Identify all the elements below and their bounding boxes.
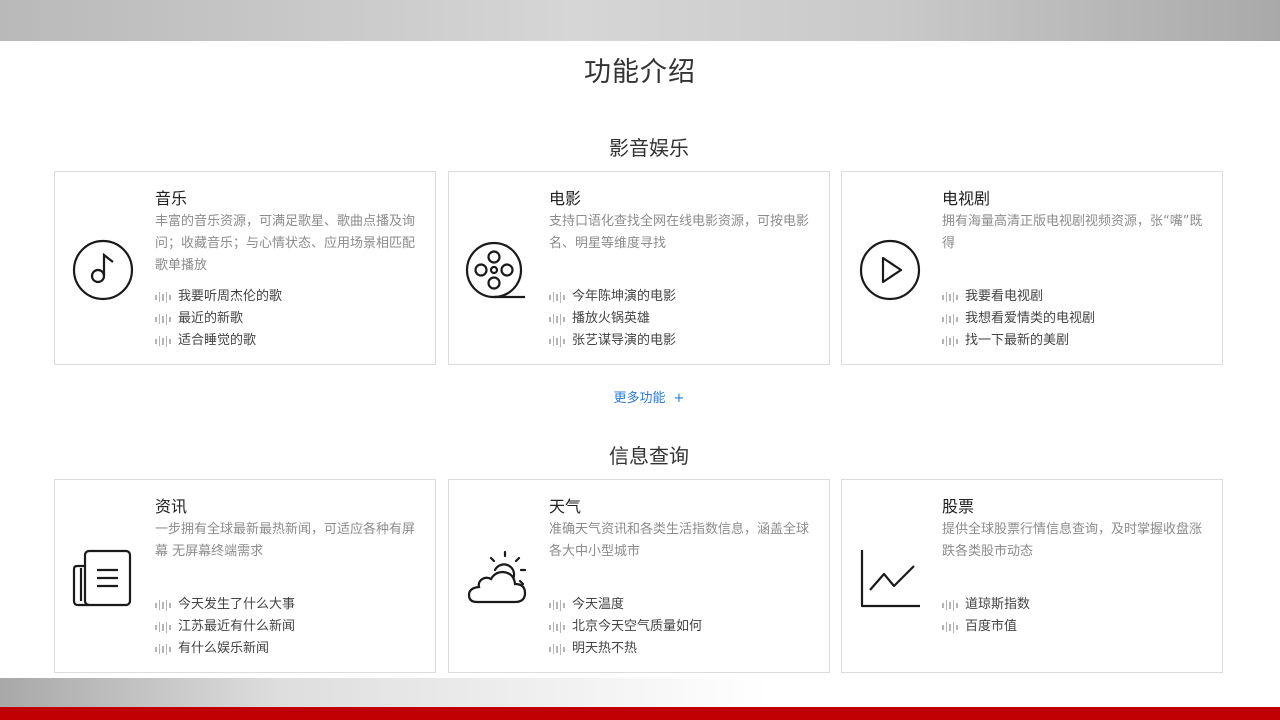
film-reel-icon — [465, 238, 529, 302]
example-text: 找一下最新的美剧 — [965, 333, 1070, 348]
section-title-information: 信息查询 — [609, 444, 689, 468]
example-text: 今天温度 — [572, 597, 625, 612]
voice-wave-icon — [155, 313, 172, 325]
card-title: 电影 — [549, 189, 582, 208]
example-list: 我要看电视剧 我想看爱情类的电视剧 找一下最新的美剧 — [942, 286, 1095, 352]
example-item[interactable]: 张艺谋导演的电影 — [549, 330, 676, 352]
example-text: 道琼斯指数 — [965, 597, 1031, 612]
card-title: 资讯 — [155, 497, 188, 516]
voice-wave-icon — [549, 599, 566, 611]
play-circle-icon — [858, 238, 922, 302]
example-item[interactable]: 播放火锅英雄 — [549, 308, 676, 330]
example-item[interactable]: 道琼斯指数 — [942, 594, 1030, 616]
example-text: 今年陈坤演的电影 — [572, 289, 677, 304]
card-title: 电视剧 — [942, 189, 991, 208]
voice-wave-icon — [942, 313, 959, 325]
top-decor-bar — [0, 0, 1280, 41]
voice-wave-icon — [942, 335, 959, 347]
feature-card-stocks[interactable]: 股票 提供全球股票行情信息查询，及时掌握收盘涨跌各类股市动态 道琼斯指数 百度市… — [841, 479, 1223, 673]
voice-wave-icon — [942, 599, 959, 611]
example-item[interactable]: 百度市值 — [942, 616, 1030, 638]
music-note-icon — [71, 238, 135, 302]
example-list: 道琼斯指数 百度市值 — [942, 594, 1030, 638]
example-item[interactable]: 找一下最新的美剧 — [942, 330, 1095, 352]
example-item[interactable]: 江苏最近有什么新闻 — [155, 616, 295, 638]
more-features-link[interactable]: 更多功能 + — [0, 387, 1280, 406]
example-text: 我要听周杰伦的歌 — [178, 289, 283, 304]
stock-chart-icon — [858, 546, 922, 610]
example-text: 最近的新歌 — [178, 311, 244, 326]
plus-icon: + — [673, 391, 685, 406]
example-text: 今天发生了什么大事 — [178, 597, 296, 612]
section-title-entertainment: 影音娱乐 — [609, 136, 689, 160]
example-text: 播放火锅英雄 — [572, 311, 651, 326]
example-list: 今年陈坤演的电影 播放火锅英雄 张艺谋导演的电影 — [549, 286, 676, 352]
voice-wave-icon — [155, 621, 172, 633]
example-text: 我想看爱情类的电视剧 — [965, 311, 1096, 326]
example-text: 张艺谋导演的电影 — [572, 333, 677, 348]
card-description: 一步拥有全球最新最热新闻，可适应各种有屏幕 无屏幕终端需求 — [155, 522, 416, 559]
example-text: 明天热不热 — [572, 641, 638, 656]
example-item[interactable]: 最近的新歌 — [155, 308, 282, 330]
card-title: 音乐 — [155, 189, 188, 208]
example-item[interactable]: 有什么娱乐新闻 — [155, 638, 295, 660]
example-list: 今天温度 北京今天空气质量如何 明天热不热 — [549, 594, 702, 660]
example-item[interactable]: 我想看爱情类的电视剧 — [942, 308, 1095, 330]
example-list: 今天发生了什么大事 江苏最近有什么新闻 有什么娱乐新闻 — [155, 594, 295, 660]
feature-card-music[interactable]: 音乐 丰富的音乐资源，可满足歌星、歌曲点播及询问；收藏音乐；与心情状态、应用场景… — [54, 171, 436, 365]
newspaper-icon — [71, 546, 135, 610]
card-description: 拥有海量高清正版电视剧视频资源，张“嘴”既得 — [942, 214, 1203, 251]
voice-wave-icon — [549, 621, 566, 633]
bottom-decor-gray — [0, 678, 1280, 707]
card-title: 股票 — [942, 497, 975, 516]
card-description: 丰富的音乐资源，可满足歌星、歌曲点播及询问；收藏音乐；与心情状态、应用场景相匹配… — [155, 214, 416, 273]
page-title: 功能介绍 — [584, 57, 696, 88]
voice-wave-icon — [942, 291, 959, 303]
example-text: 北京今天空气质量如何 — [572, 619, 703, 634]
voice-wave-icon — [155, 291, 172, 303]
example-text: 我要看电视剧 — [965, 289, 1044, 304]
example-item[interactable]: 我要看电视剧 — [942, 286, 1095, 308]
sun-cloud-icon — [465, 546, 529, 610]
feature-card-news[interactable]: 资讯 一步拥有全球最新最热新闻，可适应各种有屏幕 无屏幕终端需求 今天发生了什么… — [54, 479, 436, 673]
card-description: 提供全球股票行情信息查询，及时掌握收盘涨跌各类股市动态 — [942, 522, 1203, 559]
example-item[interactable]: 适合睡觉的歌 — [155, 330, 282, 352]
voice-wave-icon — [155, 643, 172, 655]
voice-wave-icon — [549, 335, 566, 347]
example-text: 有什么娱乐新闻 — [178, 641, 270, 656]
feature-card-weather[interactable]: 天气 准确天气资讯和各类生活指数信息，涵盖全球各大中小型城市 今天温度 北京今天… — [448, 479, 830, 673]
voice-wave-icon — [155, 599, 172, 611]
example-item[interactable]: 明天热不热 — [549, 638, 702, 660]
voice-wave-icon — [549, 643, 566, 655]
voice-wave-icon — [942, 621, 959, 633]
voice-wave-icon — [549, 291, 566, 303]
example-item[interactable]: 北京今天空气质量如何 — [549, 616, 702, 638]
more-features-label: 更多功能 — [613, 391, 666, 406]
example-item[interactable]: 今天发生了什么大事 — [155, 594, 295, 616]
feature-card-movie[interactable]: 电影 支持口语化查找全网在线电影资源，可按电影名、明星等维度寻找 今年陈坤演的电… — [448, 171, 830, 365]
example-list: 我要听周杰伦的歌 最近的新歌 适合睡觉的歌 — [155, 286, 282, 352]
example-text: 江苏最近有什么新闻 — [178, 619, 296, 634]
voice-wave-icon — [549, 313, 566, 325]
example-item[interactable]: 今年陈坤演的电影 — [549, 286, 676, 308]
feature-card-tv-series[interactable]: 电视剧 拥有海量高清正版电视剧视频资源，张“嘴”既得 我要看电视剧 我想看爱情类… — [841, 171, 1223, 365]
card-title: 天气 — [549, 497, 582, 516]
example-text: 百度市值 — [965, 619, 1018, 634]
card-description: 准确天气资讯和各类生活指数信息，涵盖全球各大中小型城市 — [549, 522, 810, 559]
example-item[interactable]: 今天温度 — [549, 594, 702, 616]
example-item[interactable]: 我要听周杰伦的歌 — [155, 286, 282, 308]
card-description: 支持口语化查找全网在线电影资源，可按电影名、明星等维度寻找 — [549, 214, 810, 251]
example-text: 适合睡觉的歌 — [178, 333, 257, 348]
bottom-decor-red — [0, 707, 1280, 720]
voice-wave-icon — [155, 335, 172, 347]
